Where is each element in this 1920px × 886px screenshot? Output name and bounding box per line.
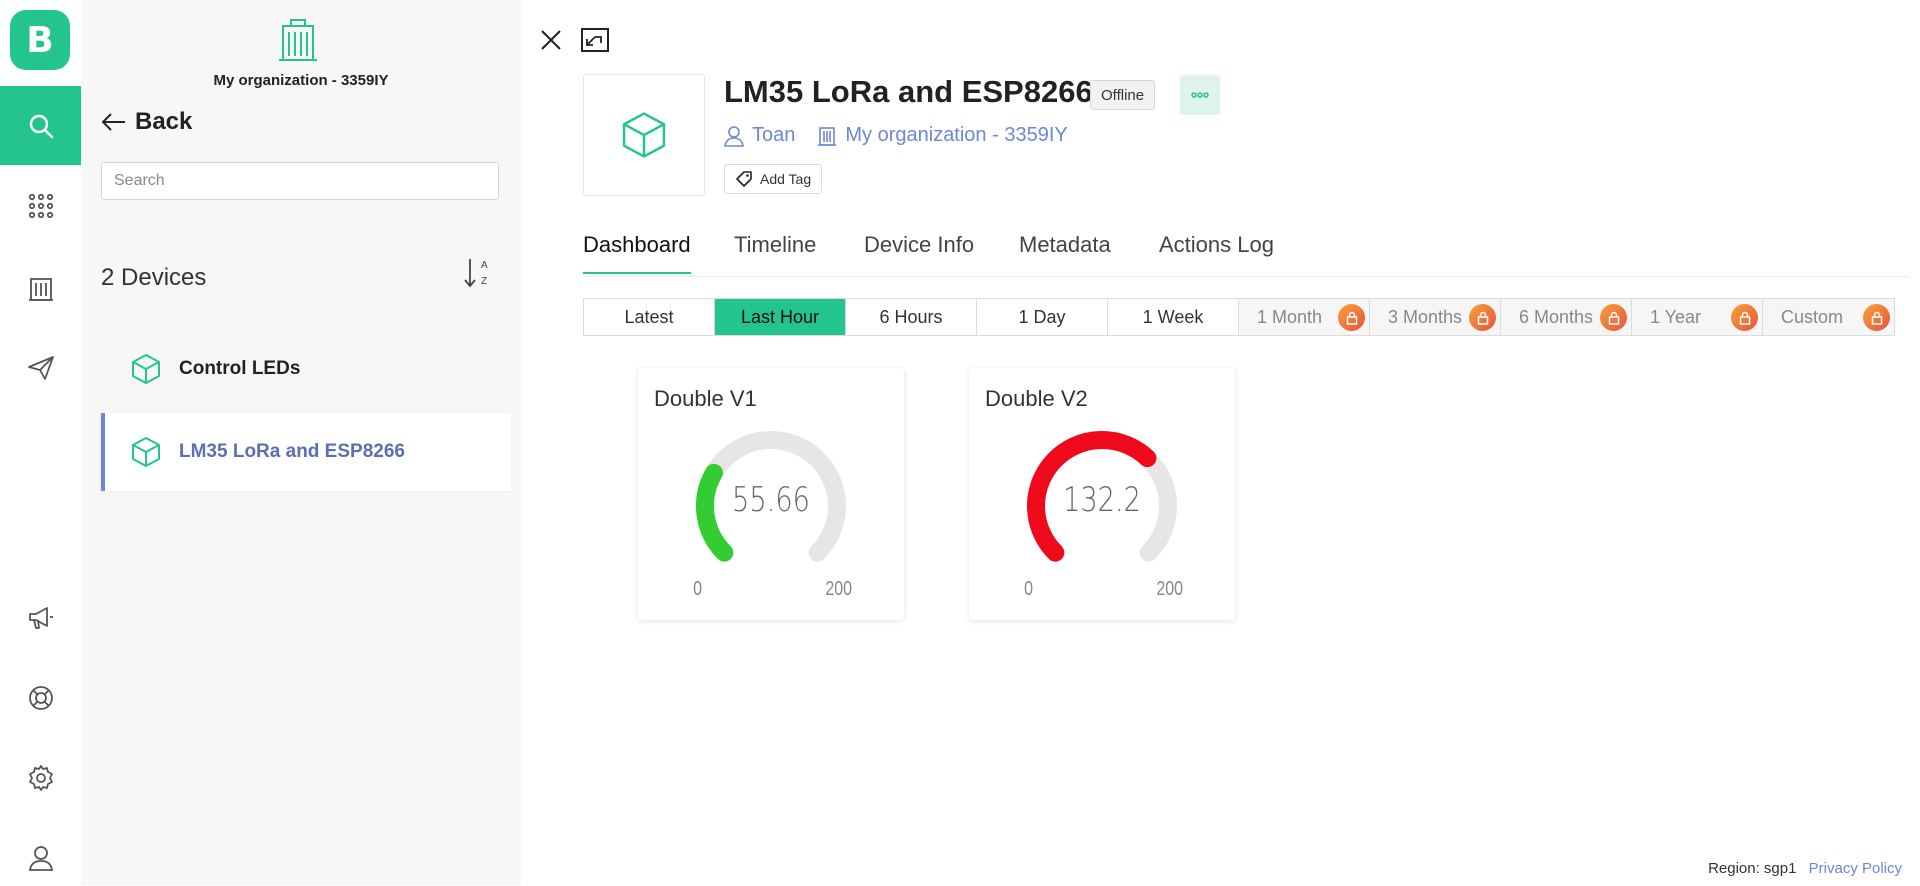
device-thumbnail xyxy=(583,74,705,196)
expand-icon[interactable] xyxy=(581,28,609,52)
gauge-widget-v2[interactable]: Double V2 132.2 0 200 xyxy=(969,368,1235,620)
gauge-min: 0 xyxy=(693,578,703,600)
tab-actions-log[interactable]: Actions Log xyxy=(1159,232,1274,272)
range-label: 6 Months xyxy=(1519,306,1594,327)
range-label: Custom xyxy=(1781,306,1844,327)
sort-alpha-icon[interactable]: A Z xyxy=(462,256,492,290)
add-tag-label: Add Tag xyxy=(760,171,812,187)
range-label: 3 Months xyxy=(1388,306,1463,327)
range-1-day[interactable]: 1 Day xyxy=(977,299,1108,335)
device-item-lm35[interactable]: LM35 LoRa and ESP8266 xyxy=(101,413,511,491)
device-item-control-leds[interactable]: Control LEDs xyxy=(101,330,511,408)
user-icon xyxy=(724,125,744,147)
range-1-week[interactable]: 1 Week xyxy=(1108,299,1239,335)
range-label: 1 Month xyxy=(1257,306,1323,327)
range-last-hour[interactable]: Last Hour xyxy=(715,299,846,335)
rail-search[interactable] xyxy=(0,86,81,165)
lock-icon xyxy=(1863,304,1890,331)
time-range-selector: Latest Last Hour 6 Hours 1 Day 1 Week 1 … xyxy=(583,298,1895,336)
gauge-max: 200 xyxy=(825,578,853,600)
status-badge: Offline xyxy=(1090,80,1156,110)
dashboard-grid-icon xyxy=(28,193,53,219)
device-item-label: Control LEDs xyxy=(179,358,301,379)
search-icon xyxy=(29,114,53,138)
widget-title: Double V2 xyxy=(985,386,1088,411)
lock-icon xyxy=(1600,304,1627,331)
announcement-icon xyxy=(28,607,53,629)
device-cube-icon xyxy=(622,112,666,158)
range-6-months[interactable]: 6 Months xyxy=(1501,299,1632,335)
privacy-policy-link[interactable]: Privacy Policy xyxy=(1809,860,1902,877)
device-cube-icon xyxy=(132,354,160,384)
rail-organization[interactable] xyxy=(0,260,81,316)
gauge-value: 55.66 xyxy=(732,480,810,520)
rail-dashboards[interactable] xyxy=(0,178,81,234)
rail-settings[interactable] xyxy=(0,750,81,806)
gauge-widget-v1[interactable]: Double V1 55.66 0 200 xyxy=(638,368,904,620)
help-lifebuoy-icon xyxy=(28,686,53,710)
footer: Region: sgp1 Privacy Policy xyxy=(1708,860,1902,877)
device-item-label: LM35 LoRa and ESP8266 xyxy=(179,441,405,462)
tab-dashboard[interactable]: Dashboard xyxy=(583,232,691,274)
range-latest[interactable]: Latest xyxy=(584,299,715,335)
device-cube-icon xyxy=(132,437,160,467)
rail-profile[interactable] xyxy=(0,830,81,886)
rail-help[interactable] xyxy=(0,670,81,726)
back-label: Back xyxy=(135,108,193,135)
svg-text:Z: Z xyxy=(481,276,487,287)
add-tag-button[interactable]: Add Tag xyxy=(724,164,823,194)
more-dots-icon xyxy=(1191,92,1209,98)
organization-building-icon xyxy=(279,19,317,61)
lock-icon xyxy=(1469,304,1496,331)
app-logo[interactable]: B xyxy=(10,10,70,70)
svg-text:A: A xyxy=(481,260,488,271)
lock-icon xyxy=(1338,304,1365,331)
device-detail: LM35 LoRa and ESP8266 Offline Toan My or… xyxy=(521,0,1920,885)
organization-icon xyxy=(818,126,837,146)
more-options-button[interactable] xyxy=(1180,75,1220,115)
range-custom[interactable]: Custom xyxy=(1763,299,1894,335)
lock-icon xyxy=(1731,304,1758,331)
tab-metadata[interactable]: Metadata xyxy=(1019,232,1111,272)
tab-device-info[interactable]: Device Info xyxy=(864,232,974,272)
device-meta: Toan My organization - 3359IY xyxy=(724,124,1090,147)
range-label: 1 Year xyxy=(1650,306,1702,327)
organization-link[interactable]: My organization - 3359IY xyxy=(845,124,1067,147)
settings-gear-icon xyxy=(28,765,53,791)
device-count: 2 Devices xyxy=(101,264,207,291)
device-tabs: Dashboard Timeline Device Info Metadata … xyxy=(583,222,1909,277)
organization-name[interactable]: My organization - 3359IY xyxy=(81,72,521,89)
close-icon[interactable] xyxy=(539,28,563,52)
device-title: LM35 LoRa and ESP8266 xyxy=(724,74,1093,109)
tag-icon xyxy=(736,171,752,187)
tab-timeline[interactable]: Timeline xyxy=(734,232,816,272)
rail-messages[interactable] xyxy=(0,340,81,396)
owner-link[interactable]: Toan xyxy=(752,124,795,147)
range-1-year[interactable]: 1 Year xyxy=(1632,299,1763,335)
send-icon xyxy=(27,356,54,380)
widget-title: Double V1 xyxy=(654,386,757,411)
user-profile-icon xyxy=(28,846,53,871)
gauge-min: 0 xyxy=(1024,578,1034,600)
back-button[interactable]: Back xyxy=(101,108,192,136)
gauge-value: 132.2 xyxy=(1063,480,1141,520)
range-6-hours[interactable]: 6 Hours xyxy=(846,299,977,335)
app-rail: B xyxy=(0,0,82,885)
search-input[interactable] xyxy=(101,162,499,200)
organization-icon xyxy=(28,278,53,301)
gauge-max: 200 xyxy=(1156,578,1184,600)
rail-announcements[interactable] xyxy=(0,590,81,646)
arrow-left-icon xyxy=(101,113,125,131)
device-list-panel: My organization - 3359IY Back 2 Devices … xyxy=(81,0,521,885)
range-1-month[interactable]: 1 Month xyxy=(1239,299,1370,335)
range-3-months[interactable]: 3 Months xyxy=(1370,299,1501,335)
region-label: Region: sgp1 xyxy=(1708,860,1797,877)
